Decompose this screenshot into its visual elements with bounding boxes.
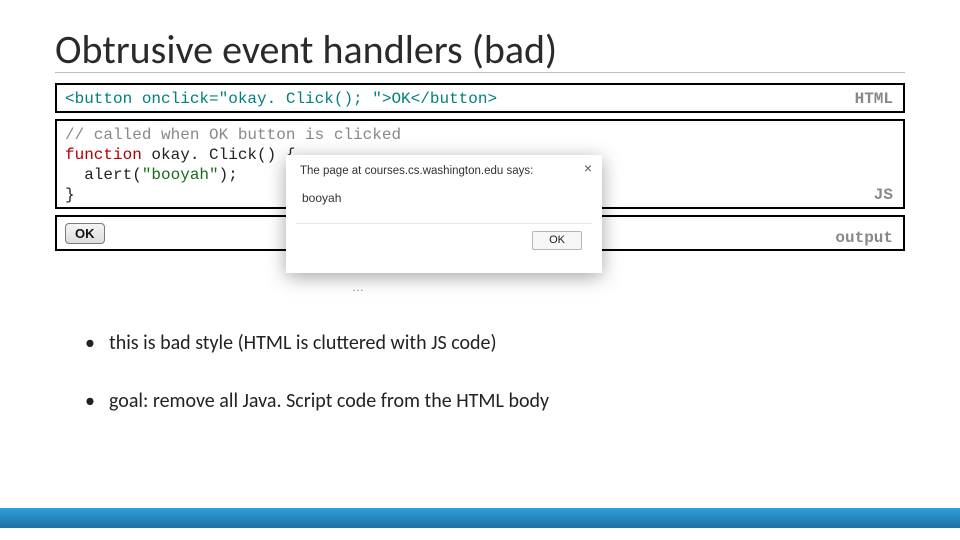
lang-tag-output: output (835, 229, 893, 247)
code-box-html: <button onclick="okay. Click(); ">OK</bu… (55, 83, 905, 113)
lang-tag-html: HTML (855, 89, 893, 109)
lang-tag-js: JS (874, 185, 893, 205)
bullet-item: goal: remove all Java. Script code from … (91, 389, 905, 413)
dialog-title: The page at courses.cs.washington.edu sa… (300, 165, 588, 177)
dialog-message: booyah (300, 191, 588, 205)
close-icon[interactable]: × (584, 161, 592, 175)
code-line: <button onclick="okay. Click(); ">OK</bu… (65, 89, 895, 109)
slide-title: Obtrusive event handlers (bad) (55, 28, 905, 73)
code-text: alert( (65, 166, 142, 184)
code-string: "booyah" (142, 166, 219, 184)
ok-button-demo[interactable]: OK (65, 223, 105, 244)
footer-accent-bar (0, 508, 960, 528)
dialog-ok-button[interactable]: OK (532, 231, 582, 250)
code-keyword: function (65, 146, 142, 164)
code-text: okay. Click() { (142, 146, 296, 164)
ellipsis-icon: … (352, 280, 364, 294)
code-comment: // called when OK button is clicked (65, 126, 401, 144)
code-text: } (65, 186, 75, 204)
alert-dialog: × The page at courses.cs.washington.edu … (286, 155, 602, 273)
bullet-item: this is bad style (HTML is cluttered wit… (91, 331, 905, 355)
bullet-list: this is bad style (HTML is cluttered wit… (55, 331, 905, 413)
code-text: ); (219, 166, 238, 184)
